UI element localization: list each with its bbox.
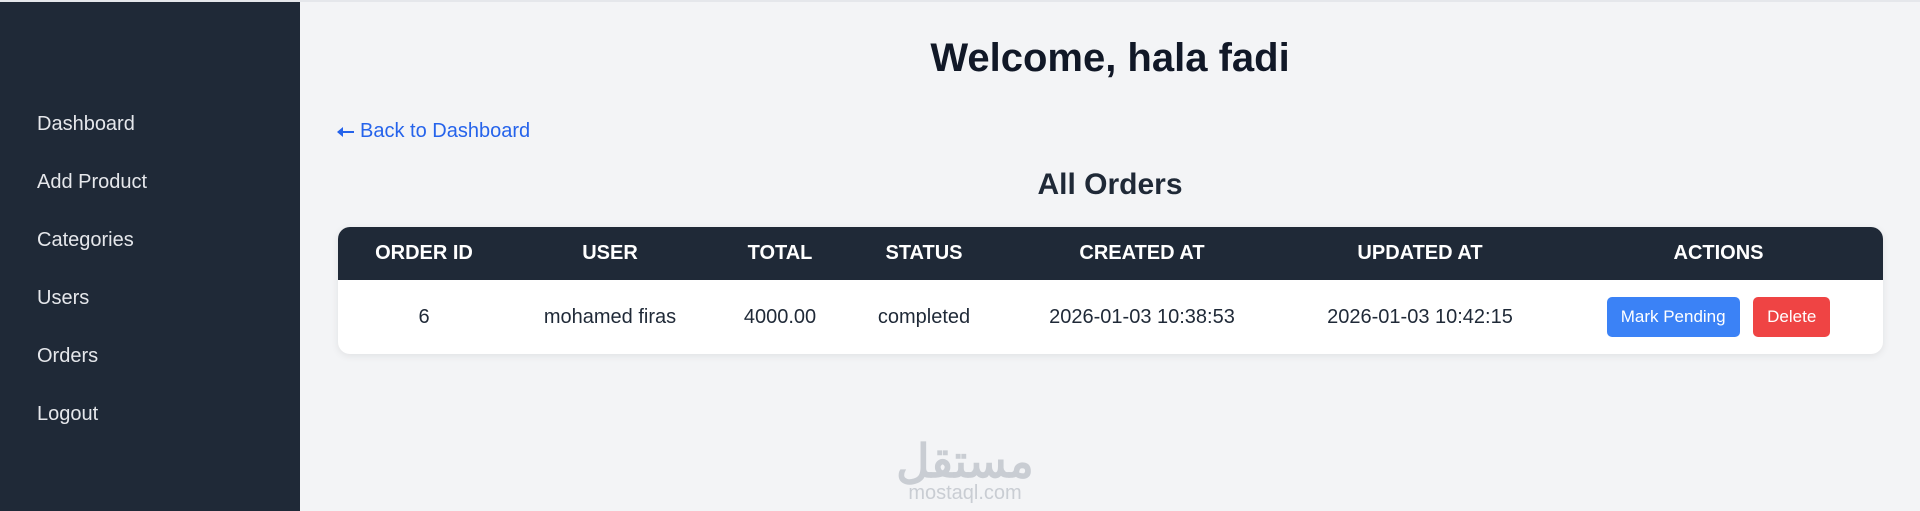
column-header-order-id: Order ID (338, 227, 510, 280)
column-header-created-at: Created At (998, 227, 1286, 280)
column-header-actions: Actions (1554, 227, 1883, 280)
sidebar-item-categories[interactable]: Categories (0, 223, 300, 281)
sidebar-item-add-product[interactable]: Add Product (0, 165, 300, 223)
mark-pending-button[interactable]: Mark Pending (1606, 297, 1740, 337)
column-header-total: Total (710, 227, 850, 280)
cell-status: completed (877, 305, 971, 328)
sidebar: Dashboard Add Product Categories Users O… (0, 2, 300, 511)
column-header-updated-at: Updated At (1286, 227, 1554, 280)
cell-total: 4000.00 (743, 305, 817, 328)
sidebar-menu: Dashboard Add Product Categories Users O… (0, 2, 300, 455)
watermark-arabic: مستقل (896, 435, 1034, 487)
orders-title: All Orders (1037, 168, 1183, 201)
sidebar-item-users[interactable]: Users (0, 281, 300, 339)
arrow-left-icon (337, 126, 354, 137)
delete-button[interactable]: Delete (1753, 297, 1831, 337)
welcome-heading: Welcome, hala fadi (930, 36, 1290, 80)
watermark: مستقل mostaql.com (890, 435, 1040, 504)
cell-actions: Mark Pending Delete (1554, 280, 1883, 354)
cell-user: mohamed firas (543, 305, 677, 328)
column-header-user: User (510, 227, 710, 280)
orders-table: Order ID User Total Status Created At Up… (338, 227, 1883, 354)
main-content: Welcome, hala fadi Back to Dashboard All… (300, 2, 1920, 511)
back-link-label: Back to Dashboard (360, 120, 531, 142)
sidebar-item-dashboard[interactable]: Dashboard (0, 107, 300, 165)
cell-updated-at: 2026-01-03 10:42:15 (1327, 305, 1513, 328)
cell-created-at: 2026-01-03 10:38:53 (1049, 305, 1235, 328)
cell-order-id: 6 (418, 305, 430, 328)
back-to-dashboard-link[interactable]: Back to Dashboard (337, 120, 531, 143)
column-header-status: Status (850, 227, 998, 280)
orders-table-container: Order ID User Total Status Created At Up… (338, 227, 1883, 354)
watermark-domain: mostaql.com (908, 482, 1022, 504)
sidebar-item-logout[interactable]: Logout (0, 397, 300, 455)
table-header-row: Order ID User Total Status Created At Up… (338, 227, 1883, 280)
sidebar-item-orders[interactable]: Orders (0, 339, 300, 397)
table-row: 6 mohamed firas 4000.00 completed 2026-0… (338, 280, 1883, 354)
